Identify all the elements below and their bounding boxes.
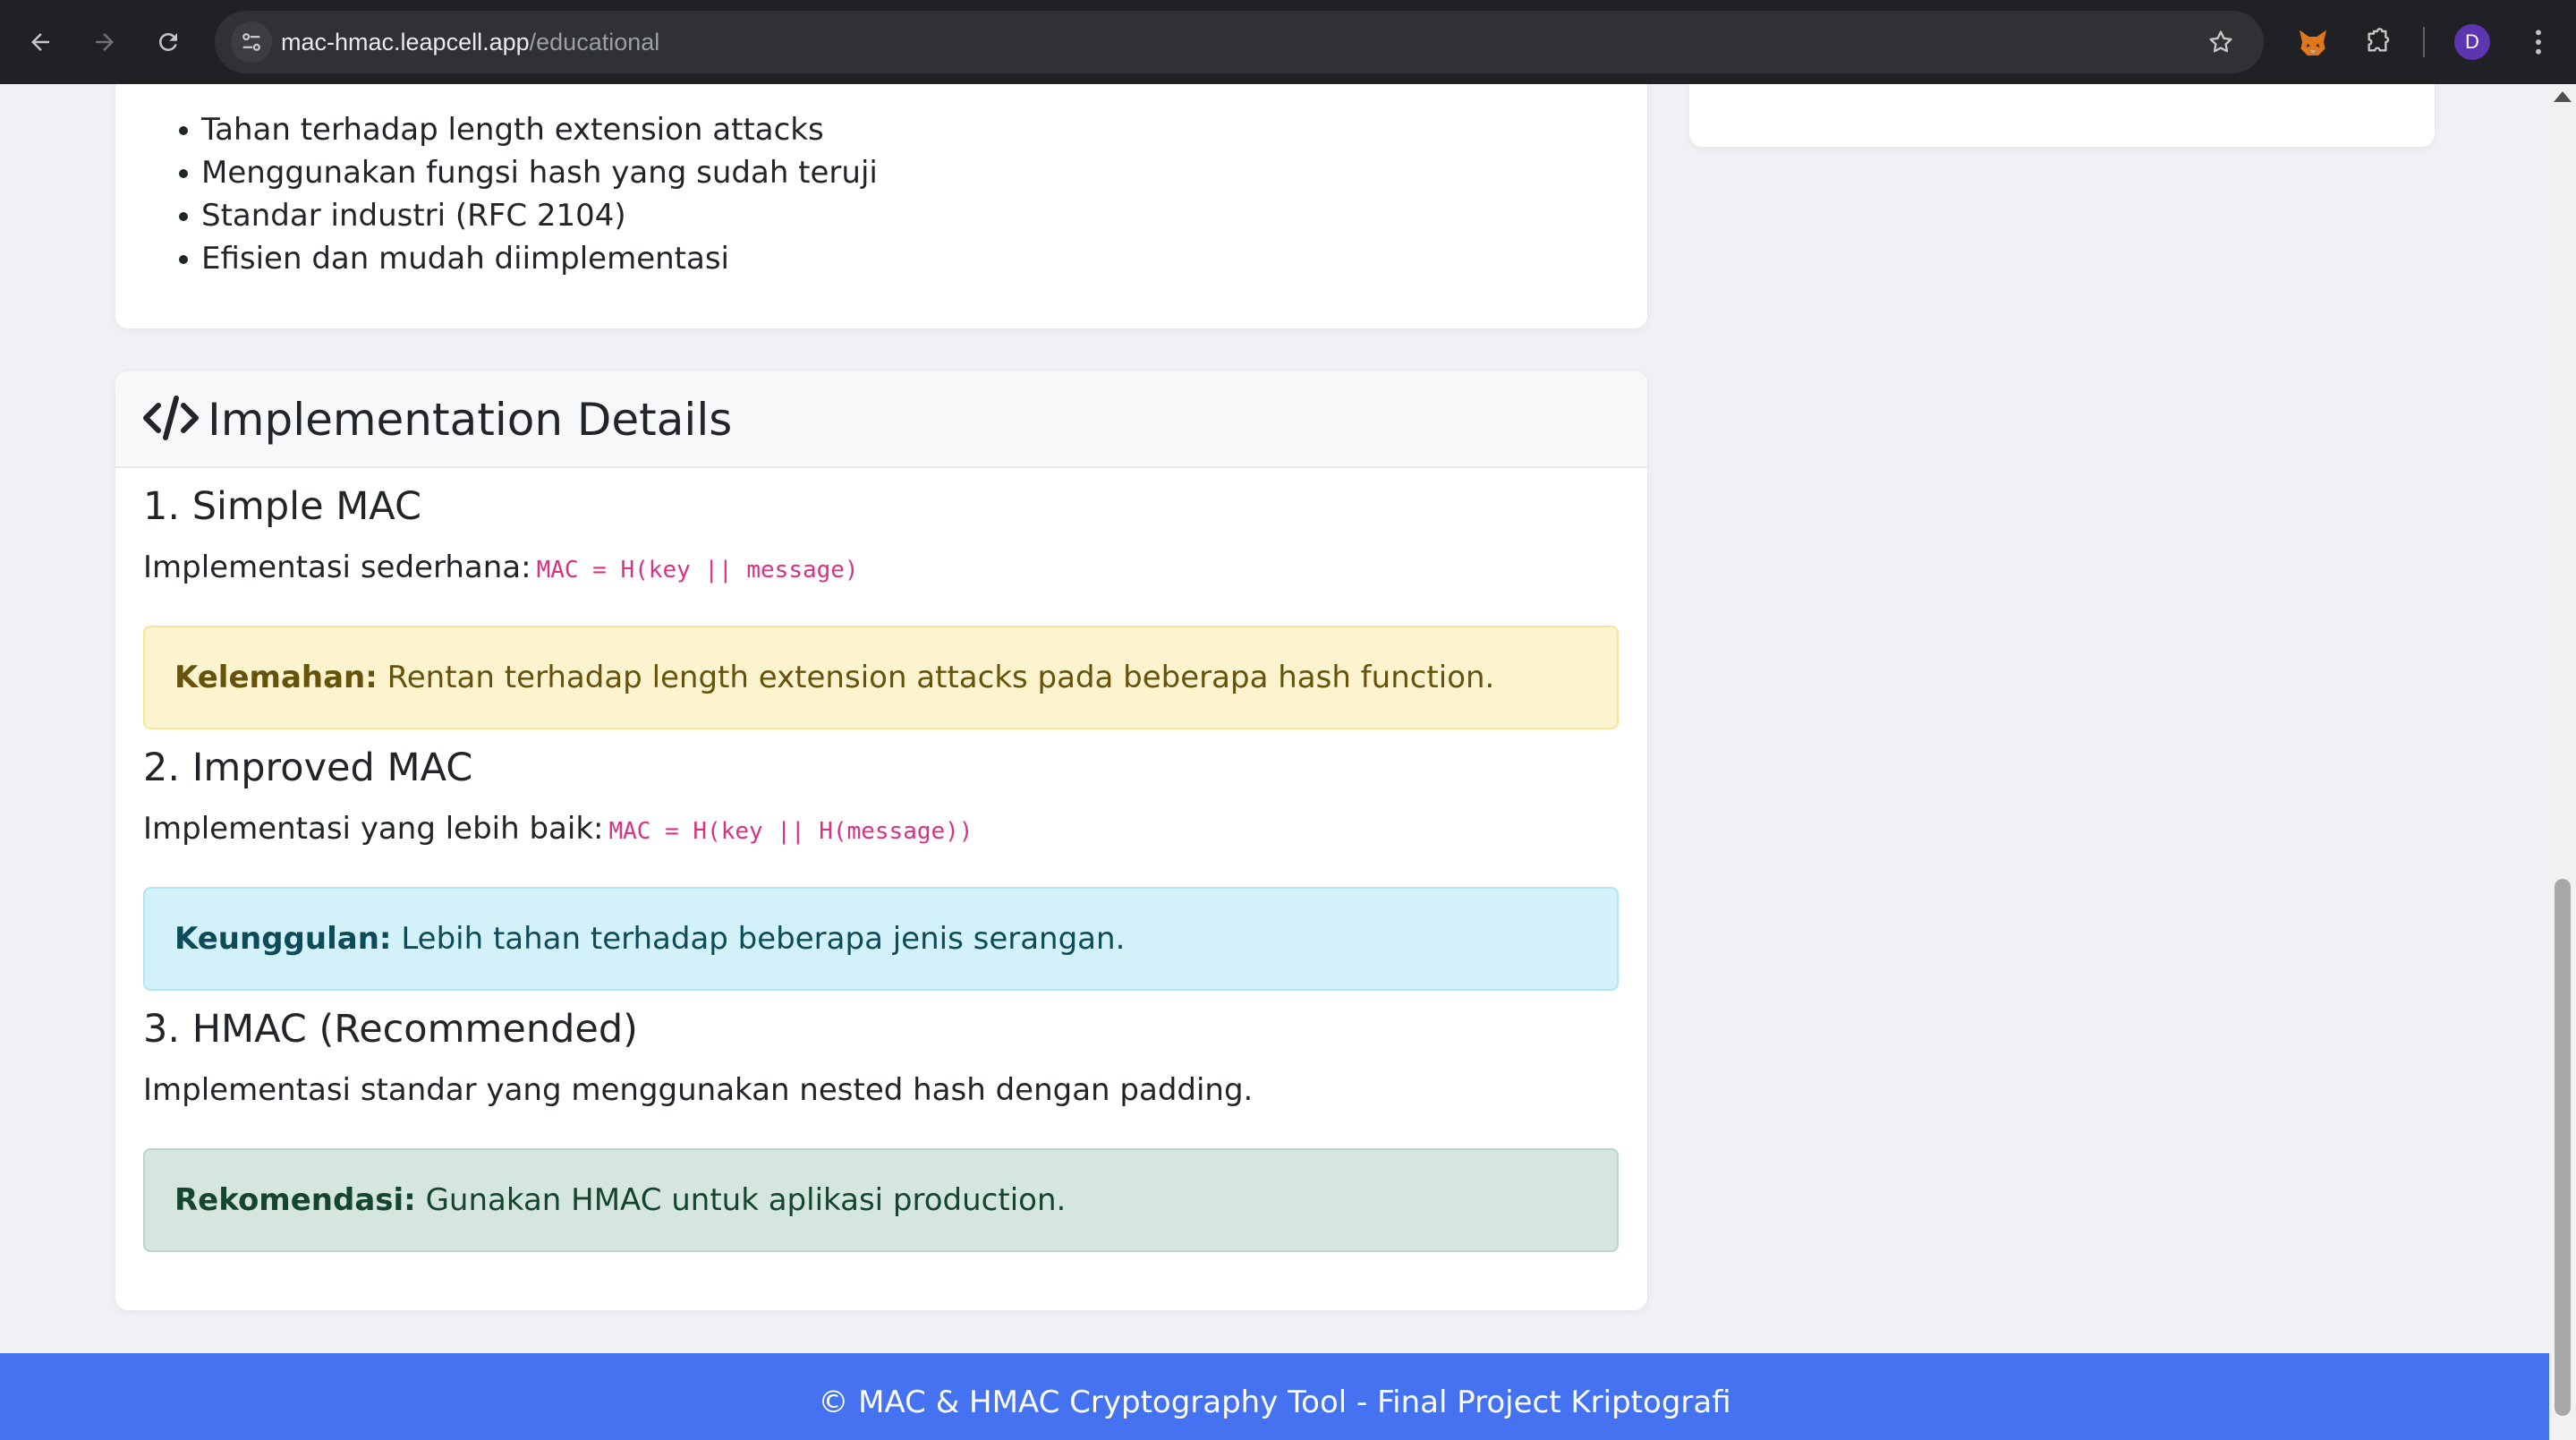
address-bar[interactable]: mac-hmac.leapcell.app/educational bbox=[215, 11, 2264, 73]
browser-toolbar: mac-hmac.leapcell.app/educational D bbox=[0, 0, 2576, 84]
page-viewport: Tahan terhadap length extension attacks … bbox=[0, 84, 2549, 1440]
alert-label: Kelemahan: bbox=[174, 660, 378, 695]
page-footer: © MAC & HMAC Cryptography Tool - Final P… bbox=[0, 1353, 2549, 1440]
implementation-card: Implementation Details 1. Simple MAC Imp… bbox=[115, 371, 1647, 1310]
implementation-card-header: Implementation Details bbox=[115, 371, 1647, 468]
alert-label: Rekomendasi: bbox=[174, 1182, 416, 1218]
alert-text: Gunakan HMAC untuk aplikasi production. bbox=[425, 1182, 1067, 1218]
toolbar-divider bbox=[2423, 27, 2425, 57]
advantage-alert: Keunggulan: Lebih tahan terhadap beberap… bbox=[143, 887, 1619, 991]
extensions-puzzle-icon[interactable] bbox=[2355, 20, 2400, 64]
more-menu-icon[interactable] bbox=[2516, 20, 2561, 64]
improved-mac-title: 2. Improved MAC bbox=[143, 746, 473, 790]
alert-text: Lebih tahan terhadap beberapa jenis sera… bbox=[401, 921, 1126, 957]
simple-mac-title: 1. Simple MAC bbox=[143, 484, 421, 529]
scrollbar-thumb[interactable] bbox=[2555, 879, 2571, 1416]
forward-arrow-icon[interactable] bbox=[82, 20, 127, 64]
fox-extension-icon[interactable] bbox=[2291, 20, 2335, 64]
reload-icon[interactable] bbox=[146, 20, 191, 64]
improved-mac-formula: MAC = H(key || H(message)) bbox=[608, 818, 973, 845]
list-item: Efisien dan mudah diimplementasi bbox=[179, 237, 878, 280]
back-arrow-icon[interactable] bbox=[18, 20, 63, 64]
benefits-list: Tahan terhadap length extension attacks … bbox=[179, 108, 878, 280]
site-settings-icon[interactable] bbox=[231, 21, 272, 63]
sidebar-card bbox=[1689, 84, 2435, 147]
alert-text: Rentan terhadap length extension attacks… bbox=[387, 660, 1495, 695]
code-icon bbox=[143, 396, 199, 440]
simple-mac-description: Implementasi sederhana: MAC = H(key || me… bbox=[143, 550, 859, 585]
scroll-up-arrow-icon[interactable] bbox=[2554, 91, 2572, 102]
vertical-scrollbar[interactable] bbox=[2549, 84, 2576, 1440]
bookmark-star-icon[interactable] bbox=[2203, 24, 2239, 60]
list-item: Tahan terhadap length extension attacks bbox=[179, 108, 878, 151]
profile-avatar[interactable]: D bbox=[2454, 24, 2490, 60]
improved-mac-text: Implementasi yang lebih baik: bbox=[143, 811, 604, 847]
simple-mac-text: Implementasi sederhana: bbox=[143, 550, 531, 585]
improved-mac-description: Implementasi yang lebih baik: MAC = H(key… bbox=[143, 811, 973, 847]
benefits-card: Tahan terhadap length extension attacks … bbox=[115, 84, 1647, 328]
simple-mac-formula: MAC = H(key || message) bbox=[536, 557, 859, 584]
hmac-description: Implementasi standar yang menggunakan ne… bbox=[143, 1072, 1254, 1108]
weakness-alert: Kelemahan: Rentan terhadap length extens… bbox=[143, 626, 1619, 729]
list-item: Menggunakan fungsi hash yang sudah teruj… bbox=[179, 151, 878, 194]
url-host: mac-hmac.leapcell.app bbox=[281, 29, 530, 55]
url-path: /educational bbox=[529, 29, 660, 55]
hmac-title: 3. HMAC (Recommended) bbox=[143, 1007, 638, 1052]
list-item: Standar industri (RFC 2104) bbox=[179, 194, 878, 237]
alert-label: Keunggulan: bbox=[174, 921, 392, 957]
section-heading: Implementation Details bbox=[208, 394, 733, 446]
recommendation-alert: Rekomendasi: Gunakan HMAC untuk aplikasi… bbox=[143, 1148, 1619, 1252]
url-text[interactable]: mac-hmac.leapcell.app/educational bbox=[281, 11, 659, 73]
